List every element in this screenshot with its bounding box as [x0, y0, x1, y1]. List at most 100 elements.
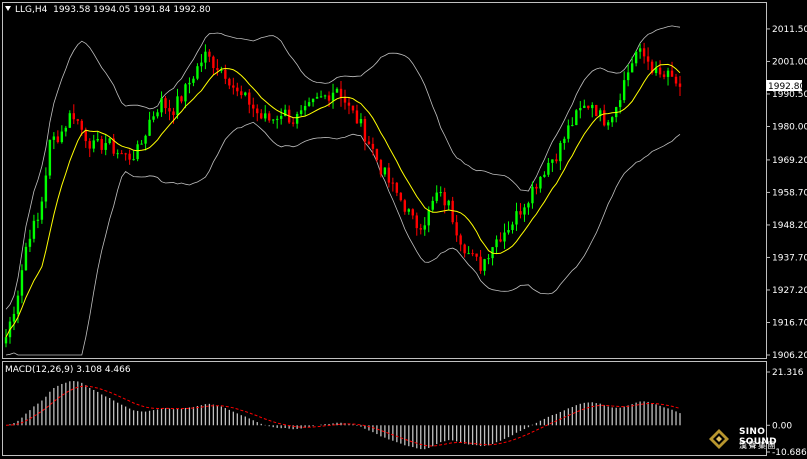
- macd-signal-line: [5, 385, 681, 447]
- candle-body: [28, 238, 32, 247]
- candle-body: [128, 153, 131, 160]
- candle-body: [630, 63, 634, 73]
- candle-body: [327, 95, 331, 101]
- candle-body: [24, 246, 28, 271]
- candle-body: [303, 105, 307, 111]
- candle-body: [188, 82, 191, 85]
- lower-band: [5, 121, 681, 356]
- candle-body: [411, 209, 414, 216]
- candle-body: [626, 72, 630, 81]
- candle-body: [611, 117, 614, 123]
- candle-body: [148, 119, 151, 136]
- dropdown-icon[interactable]: [5, 6, 11, 11]
- candle-body: [216, 68, 219, 71]
- candle-body: [603, 110, 606, 126]
- candle-body: [275, 118, 279, 120]
- candle-body: [431, 200, 434, 210]
- candle-body: [335, 88, 339, 93]
- price-axis: 2011.502001.001990.501980.001969.201958.…: [766, 25, 807, 361]
- candle-body: [279, 115, 283, 119]
- sino-sound-logo: SINO SOUND 漢聲集團: [707, 427, 803, 455]
- candle-body: [435, 192, 438, 201]
- candle-body: [120, 153, 123, 155]
- candle-body: [56, 136, 60, 143]
- candle-body: [252, 104, 255, 109]
- candle-body: [307, 102, 311, 106]
- price-tick-label: 1916.70: [772, 318, 807, 328]
- candle-body: [591, 104, 594, 109]
- candle-body: [678, 83, 682, 87]
- candle-body: [156, 112, 159, 117]
- candle-body: [646, 56, 650, 62]
- price-tick-label: 1980.00: [772, 122, 807, 132]
- candle-body: [407, 209, 411, 212]
- candle-body: [16, 295, 20, 314]
- candle-body: [319, 96, 323, 98]
- candle-body: [48, 139, 52, 176]
- candle-body: [180, 96, 183, 102]
- candle-body: [168, 108, 171, 112]
- candle-body: [427, 209, 430, 226]
- candle-body: [543, 174, 546, 177]
- candle-body: [196, 66, 199, 79]
- upper-band-line: [5, 25, 681, 310]
- candle-body: [531, 186, 534, 204]
- candle-body: [299, 110, 303, 114]
- candle-body: [68, 113, 72, 128]
- candle-body: [72, 113, 75, 120]
- candle-body: [515, 211, 518, 225]
- candle-body: [634, 51, 638, 64]
- candle-body: [642, 48, 646, 57]
- candle-body: [451, 200, 454, 223]
- candle-body: [204, 51, 207, 63]
- candle-body: [192, 78, 195, 83]
- candle-body: [323, 95, 327, 97]
- candle-body: [144, 135, 147, 144]
- candle-body: [92, 140, 95, 149]
- candle-body: [367, 141, 371, 144]
- candle-body: [160, 98, 163, 113]
- candle-body: [511, 224, 514, 230]
- candle-body: [387, 167, 391, 183]
- candle-body: [447, 200, 450, 206]
- trading-chart[interactable]: 2011.502001.001990.501980.001969.201958.…: [0, 0, 807, 459]
- candle-body: [256, 108, 259, 114]
- price-tick-label: 1937.70: [772, 253, 807, 263]
- candle-body: [547, 162, 550, 175]
- candle-body: [575, 110, 578, 126]
- candle-body: [419, 228, 422, 230]
- candle-body: [487, 258, 490, 260]
- price-tick-label: 2011.50: [772, 25, 807, 35]
- candle-body: [359, 119, 363, 124]
- candle-body: [475, 253, 478, 257]
- candle-body: [40, 201, 44, 220]
- moving-average: [5, 63, 681, 338]
- candle-body: [347, 102, 351, 106]
- candle-body: [363, 119, 367, 142]
- chart-header: LLG,H4 1993.58 1994.05 1991.84 1992.80: [5, 5, 211, 15]
- candle-body: [248, 92, 251, 105]
- candle-body: [260, 113, 263, 119]
- candle-body: [60, 131, 64, 143]
- macd-header: MACD(12,26,9) 3.108 4.466: [5, 365, 131, 375]
- candle-body: [343, 97, 347, 103]
- candle-body: [595, 104, 598, 117]
- candle-body: [670, 70, 674, 77]
- candle-body: [459, 235, 462, 245]
- diamond-logo-icon: [709, 429, 729, 449]
- candle-body: [212, 56, 215, 69]
- candle-body: [391, 182, 395, 184]
- symbol-label: LLG,H4: [15, 5, 48, 15]
- candle-body: [383, 167, 387, 175]
- candle-body: [331, 92, 335, 101]
- candle-body: [519, 211, 522, 215]
- candle-body: [503, 232, 506, 242]
- candle-body: [423, 225, 426, 230]
- candle-body: [471, 253, 474, 255]
- candle-body: [236, 87, 239, 92]
- candle-body: [76, 119, 79, 121]
- current-price-label: 1992.80: [768, 82, 805, 92]
- candle-body: [587, 105, 590, 109]
- upper-band: [5, 25, 681, 310]
- candle-body: [607, 122, 610, 126]
